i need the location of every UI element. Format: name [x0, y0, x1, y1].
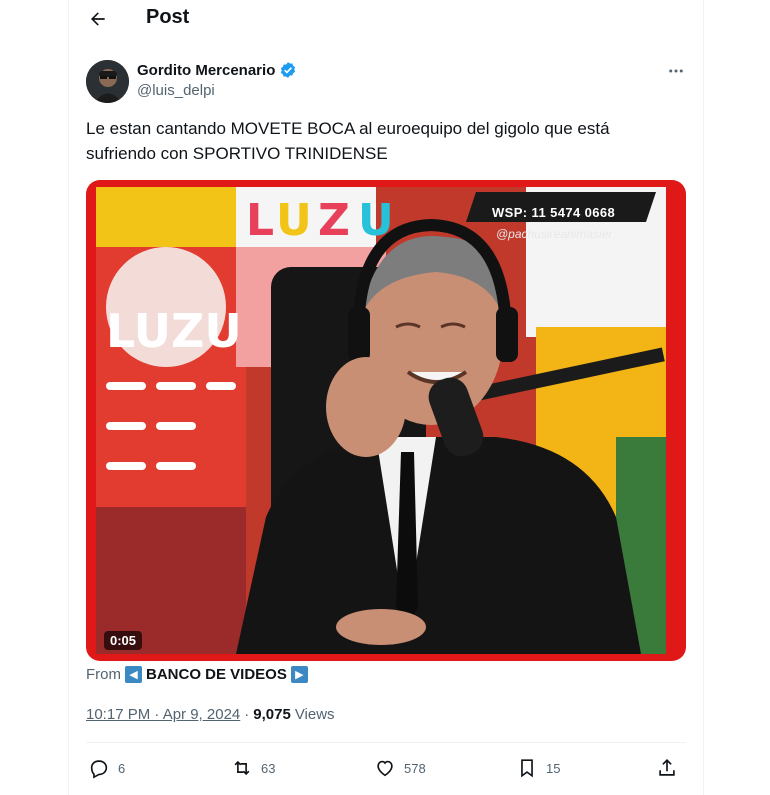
repost-count: 63	[261, 760, 276, 776]
video-duration: 0:05	[104, 631, 143, 650]
reply-icon	[90, 760, 108, 779]
reply-button[interactable]: 6	[88, 752, 125, 784]
action-bar: 6 63 578 15	[86, 752, 686, 784]
right-arrow-icon: ▶	[290, 666, 308, 683]
back-button[interactable]	[83, 4, 113, 34]
svg-text:Z: Z	[318, 195, 350, 246]
divider	[86, 742, 686, 743]
author-name-text: Gordito Mercenario	[137, 61, 276, 79]
svg-text:U: U	[276, 195, 312, 246]
bookmark-button[interactable]: 15	[516, 752, 560, 784]
avatar[interactable]	[86, 60, 129, 103]
timestamp-link[interactable]: 10:17 PM · Apr 9, 2024	[86, 706, 240, 723]
repost-icon	[234, 760, 250, 776]
like-count: 578	[404, 760, 426, 776]
bookmark-icon	[521, 759, 533, 778]
source-attribution: From ◀ BANCO DE VIDEOS ▶	[86, 666, 308, 683]
tweet-text: Le estan cantando MOVETE BOCA al euroequ…	[86, 119, 610, 163]
share-icon	[659, 759, 675, 776]
video-frame: L U Z U LUZU WSP: 11 5474 0668 @pachusir…	[96, 187, 666, 654]
source-link[interactable]: BANCO DE VIDEOS	[146, 666, 287, 683]
meta-separator: ·	[244, 706, 250, 723]
bookmark-count: 15	[546, 760, 561, 776]
like-icon	[377, 760, 393, 777]
author-name[interactable]: Gordito Mercenario	[137, 61, 297, 79]
from-label: From	[86, 666, 121, 683]
views-label: Views	[294, 706, 335, 723]
post-meta: 10:17 PM · Apr 9, 2024 · 9,075 Views	[86, 706, 335, 723]
svg-text:LUZU: LUZU	[106, 304, 242, 358]
more-icon	[669, 69, 683, 73]
repost-button[interactable]: 63	[231, 752, 275, 784]
reply-count: 6	[118, 760, 126, 776]
video-overlay-phone: WSP: 11 5474 0668	[492, 205, 616, 220]
back-arrow-icon	[91, 12, 105, 26]
video-still: L U Z U LUZU	[96, 187, 666, 654]
left-arrow-icon: ◀	[125, 666, 142, 683]
share-button[interactable]	[656, 752, 678, 784]
svg-text:L: L	[246, 195, 274, 246]
more-options-button[interactable]	[663, 58, 689, 84]
author-handle[interactable]: @luis_delpi	[137, 82, 215, 99]
page-title: Post	[146, 6, 190, 28]
verified-badge-icon	[281, 62, 296, 78]
post-header: Post	[69, 0, 703, 40]
views-count: 9,075	[253, 706, 291, 723]
like-button[interactable]: 578	[374, 752, 426, 784]
video-overlay-handle: @pachusireanimasier	[496, 227, 613, 241]
video-player[interactable]: L U Z U LUZU WSP: 11 5474 0668 @pachusir…	[86, 180, 686, 661]
post-column: Post Gordito Mercenario @luis_delpi Le e…	[68, 0, 704, 795]
